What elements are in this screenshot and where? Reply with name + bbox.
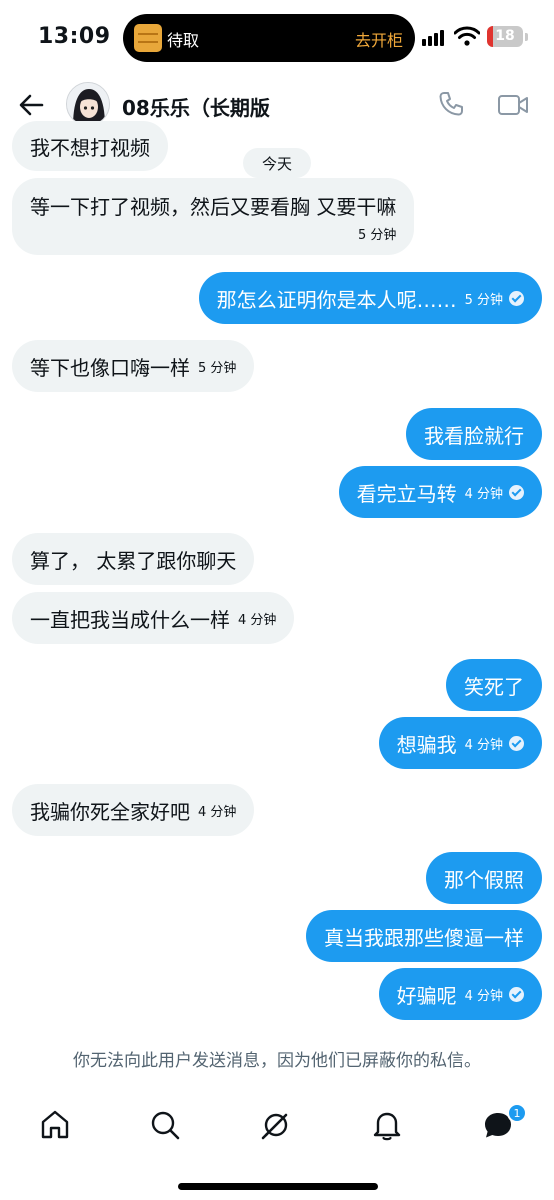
grok-icon[interactable] (259, 1108, 293, 1142)
island-open-locker-label[interactable]: 去开柜 (355, 27, 403, 51)
message-text: 我不想打视频 (30, 135, 150, 160)
message-outgoing[interactable]: 笑死了 (446, 659, 542, 711)
message-text: 等一下打了视频，然后又要看胸 又要干嘛 (30, 194, 397, 219)
message-text: 等下也像口嗨一样 (30, 355, 190, 380)
message-timestamp: 4 分钟 (238, 612, 277, 628)
video-call-icon[interactable] (497, 92, 529, 118)
message-text: 笑死了 (464, 674, 524, 699)
date-divider: 今天 (243, 148, 311, 178)
parcel-locker-icon (134, 24, 162, 52)
message-text: 看完立马转 (356, 481, 457, 506)
message-outgoing[interactable]: 想骗我 4 分钟 (378, 717, 542, 769)
message-text: 那个假照 (444, 867, 524, 892)
message-outgoing[interactable]: 那怎么证明你是本人呢…… 5 分钟 (198, 272, 542, 324)
message-text: 我看脸就行 (424, 423, 524, 448)
message-incoming[interactable]: 算了， 太累了跟你聊天 (12, 533, 255, 585)
messages-badge: 1 (507, 1103, 527, 1123)
message-meta: 4 分钟 (465, 985, 524, 1004)
battery-percent: 18 (495, 28, 515, 44)
battery-cap (525, 33, 528, 41)
status-time: 13:09 (38, 24, 111, 49)
contact-avatar[interactable] (66, 82, 110, 126)
message-outgoing[interactable]: 我看脸就行 (406, 408, 542, 460)
bottom-nav (0, 1100, 554, 1160)
message-incoming[interactable]: 等一下打了视频，然后又要看胸 又要干嘛 5 分钟 (12, 178, 415, 255)
read-receipt-icon (509, 484, 524, 500)
bell-icon[interactable] (370, 1108, 404, 1142)
message-incoming[interactable]: 一直把我当成什么一样 4 分钟 (12, 592, 295, 644)
message-outgoing[interactable]: 真当我跟那些傻逼一样 (306, 910, 542, 962)
contact-name[interactable]: 08乐乐（长期版 (122, 92, 270, 121)
back-arrow-icon[interactable] (16, 90, 46, 120)
message-meta: 4 分钟 (465, 483, 524, 502)
battery-icon: 18 (487, 26, 523, 47)
message-outgoing[interactable]: 那个假照 (426, 852, 542, 904)
wifi-icon (454, 26, 480, 46)
search-icon[interactable] (148, 1108, 182, 1142)
dynamic-island[interactable]: 待取 去开柜 (123, 14, 415, 62)
message-text: 我骗你死全家好吧 (30, 799, 190, 824)
phone-call-icon[interactable] (437, 90, 465, 118)
blocked-dm-notice: 你无法向此用户发送消息，因为他们已屏蔽你的私信。 (73, 1051, 481, 1071)
message-text: 想骗我 (396, 732, 457, 757)
message-text: 算了， 太累了跟你聊天 (30, 548, 237, 573)
message-timestamp: 4 分钟 (198, 804, 237, 820)
status-bar: 13:09 待取 去开柜 18 (0, 0, 554, 78)
read-receipt-icon (509, 986, 524, 1002)
message-timestamp: 4 分钟 (464, 988, 503, 1004)
message-outgoing[interactable]: 看完立马转 4 分钟 (338, 466, 542, 518)
message-timestamp: 5 分钟 (357, 227, 397, 243)
home-icon[interactable] (38, 1108, 72, 1142)
cellular-signal-icon (422, 30, 446, 46)
message-text: 好骗呢 (396, 983, 457, 1008)
message-incoming[interactable]: 我骗你死全家好吧 4 分钟 (12, 784, 255, 836)
message-timestamp: 4 分钟 (464, 486, 503, 502)
message-outgoing[interactable]: 好骗呢 4 分钟 (378, 968, 542, 1020)
message-text: 一直把我当成什么一样 (30, 607, 230, 632)
avatar-illustration (67, 83, 109, 125)
home-indicator[interactable] (178, 1183, 378, 1190)
read-receipt-icon (509, 290, 524, 306)
message-incoming[interactable]: 我不想打视频 (12, 121, 168, 171)
message-text: 那怎么证明你是本人呢…… (216, 287, 457, 312)
read-receipt-icon (509, 735, 524, 751)
message-timestamp: 5 分钟 (198, 360, 237, 376)
message-timestamp: 4 分钟 (464, 737, 503, 753)
island-pickup-label: 待取 (167, 31, 200, 50)
message-meta: 5 分钟 (465, 289, 524, 308)
message-text: 真当我跟那些傻逼一样 (324, 925, 524, 950)
message-meta: 4 分钟 (465, 734, 524, 753)
message-timestamp: 5 分钟 (464, 292, 503, 308)
message-incoming[interactable]: 等下也像口嗨一样 5 分钟 (12, 340, 255, 392)
